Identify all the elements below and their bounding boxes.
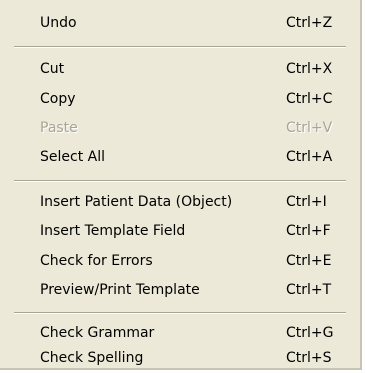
menu-item-label: Cut [40, 61, 65, 77]
menu-item-shortcut: Ctrl+F [286, 223, 331, 239]
menu-separator [14, 180, 346, 182]
menu-item-paste: Paste Ctrl+V [0, 113, 360, 143]
menu-item-shortcut: Ctrl+Z [286, 15, 333, 31]
menu-separator [14, 312, 346, 314]
menu-item-shortcut: Ctrl+A [286, 149, 333, 165]
context-menu: Undo Ctrl+Z Cut Ctrl+X Copy Ctrl+C Paste… [0, 0, 362, 370]
menu-item-label: Copy [40, 91, 76, 107]
menu-item-label: Paste [40, 120, 78, 136]
menu-item-label: Check for Errors [40, 253, 153, 269]
menu-item-shortcut: Ctrl+X [286, 61, 333, 77]
menu-item-shortcut: Ctrl+C [286, 91, 333, 107]
menu-item-select-all[interactable]: Select All Ctrl+A [0, 142, 360, 172]
menu-item-copy[interactable]: Copy Ctrl+C [0, 84, 360, 114]
menu-separator [14, 46, 346, 48]
menu-item-shortcut: Ctrl+E [286, 253, 332, 269]
menu-item-check-for-errors[interactable]: Check for Errors Ctrl+E [0, 246, 360, 276]
menu-item-check-spelling[interactable]: Check Spelling Ctrl+S [0, 343, 360, 373]
menu-item-insert-template-field[interactable]: Insert Template Field Ctrl+F [0, 216, 360, 246]
menu-item-shortcut: Ctrl+I [286, 194, 327, 210]
menu-item-shortcut: Ctrl+T [286, 282, 332, 298]
menu-item-label: Check Spelling [40, 350, 144, 366]
menu-item-cut[interactable]: Cut Ctrl+X [0, 54, 360, 84]
menu-item-label: Insert Template Field [40, 223, 186, 239]
menu-item-shortcut: Ctrl+S [286, 350, 332, 366]
menu-item-shortcut: Ctrl+V [286, 120, 333, 136]
menu-item-label: Preview/Print Template [40, 282, 200, 298]
menu-item-insert-patient-data[interactable]: Insert Patient Data (Object) Ctrl+I [0, 187, 360, 217]
menu-item-label: Select All [40, 149, 105, 165]
menu-item-preview-print-template[interactable]: Preview/Print Template Ctrl+T [0, 275, 360, 305]
menu-item-label: Undo [40, 15, 77, 31]
menu-item-label: Insert Patient Data (Object) [40, 194, 233, 210]
menu-item-undo[interactable]: Undo Ctrl+Z [0, 8, 360, 38]
